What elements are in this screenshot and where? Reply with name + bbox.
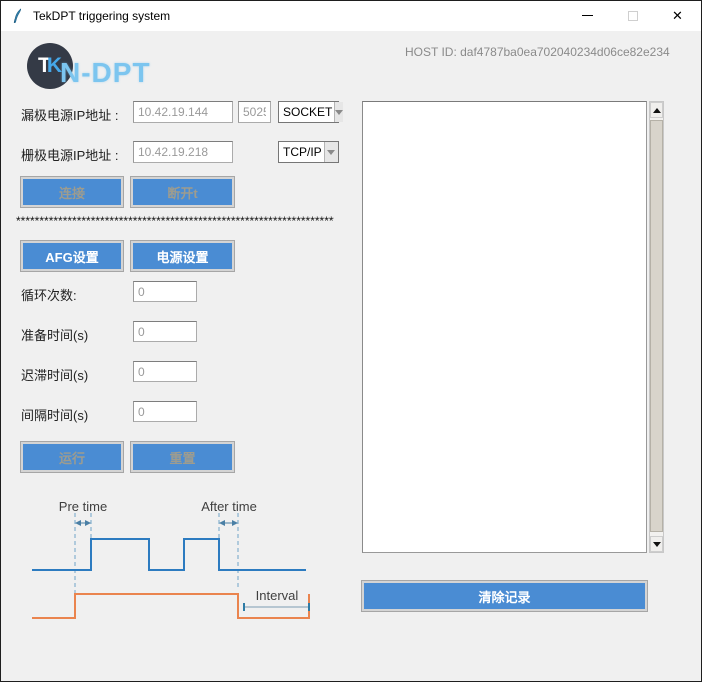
logo-text: N-DPT: [60, 57, 151, 89]
close-icon: ✕: [672, 9, 683, 22]
cycle-count-input[interactable]: [133, 281, 197, 302]
gate-protocol-value: TCP/IP: [279, 142, 324, 162]
drain-port-input[interactable]: [238, 101, 271, 123]
prepare-time-label: 准备时间(s): [21, 325, 88, 344]
gate-protocol-dropdown-button[interactable]: [324, 142, 338, 162]
maximize-button[interactable]: [610, 1, 655, 30]
chevron-down-icon: [327, 150, 335, 155]
drain-ip-label: 漏极电源IP地址 :: [21, 105, 119, 124]
drain-ip-input[interactable]: [133, 101, 233, 123]
drain-protocol-dropdown-button[interactable]: [334, 102, 343, 122]
pre-time-label: Pre time: [59, 499, 107, 514]
close-button[interactable]: ✕: [655, 1, 700, 30]
interval-time-input[interactable]: [133, 401, 197, 422]
minimize-button[interactable]: [565, 1, 610, 30]
reset-button[interactable]: 重置: [131, 442, 234, 472]
asterisk-separator: ****************************************…: [16, 214, 334, 229]
disconnect-button[interactable]: 断开t: [131, 177, 234, 207]
connect-button[interactable]: 连接: [21, 177, 123, 207]
timing-diagram: Pre time After time Interval: [16, 493, 331, 633]
cycle-count-label: 循环次数:: [21, 285, 77, 304]
drain-protocol-combobox[interactable]: SOCKET: [278, 101, 339, 123]
after-time-bracket: [219, 520, 238, 526]
scroll-down-button[interactable]: [650, 536, 663, 552]
interval-time-label: 间隔时间(s): [21, 405, 88, 424]
power-settings-button[interactable]: 电源设置: [131, 241, 234, 271]
prepare-time-input[interactable]: [133, 321, 197, 342]
arrow-down-icon: [653, 542, 661, 547]
after-time-label: After time: [201, 499, 257, 514]
interval-measure-line: [244, 603, 309, 611]
afg-settings-button[interactable]: AFG设置: [21, 241, 123, 271]
delay-time-input[interactable]: [133, 361, 197, 382]
chevron-down-icon: [335, 110, 343, 115]
interval-label: Interval: [256, 588, 299, 603]
gate-ip-label: 栅极电源IP地址 :: [21, 145, 119, 164]
scrollbar-thumb[interactable]: [650, 120, 663, 532]
tk-feather-icon: [10, 8, 26, 24]
pre-time-bracket: [75, 520, 91, 526]
minimize-icon: [582, 15, 593, 16]
host-id-label: HOST ID: daf4787ba0ea702040234d06ce82e23…: [405, 45, 670, 59]
clear-log-button[interactable]: 清除记录: [362, 581, 647, 611]
log-scrollbar[interactable]: [649, 101, 664, 553]
delay-time-label: 迟滞时间(s): [21, 365, 88, 384]
title-bar: TekDPT triggering system ✕: [1, 1, 701, 31]
drain-protocol-value: SOCKET: [279, 102, 334, 122]
gate-protocol-combobox[interactable]: TCP/IP: [278, 141, 339, 163]
arrow-up-icon: [653, 108, 661, 113]
log-textarea[interactable]: [362, 101, 647, 553]
window-title: TekDPT triggering system: [33, 9, 170, 23]
scroll-up-button[interactable]: [650, 102, 663, 118]
run-button[interactable]: 运行: [21, 442, 123, 472]
gate-ip-input[interactable]: [133, 141, 233, 163]
dashed-guides: [75, 513, 238, 594]
app-window: TekDPT triggering system ✕ T K N-DPT HOS…: [0, 0, 702, 682]
blue-waveform: [32, 539, 306, 570]
maximize-icon: [628, 11, 638, 21]
